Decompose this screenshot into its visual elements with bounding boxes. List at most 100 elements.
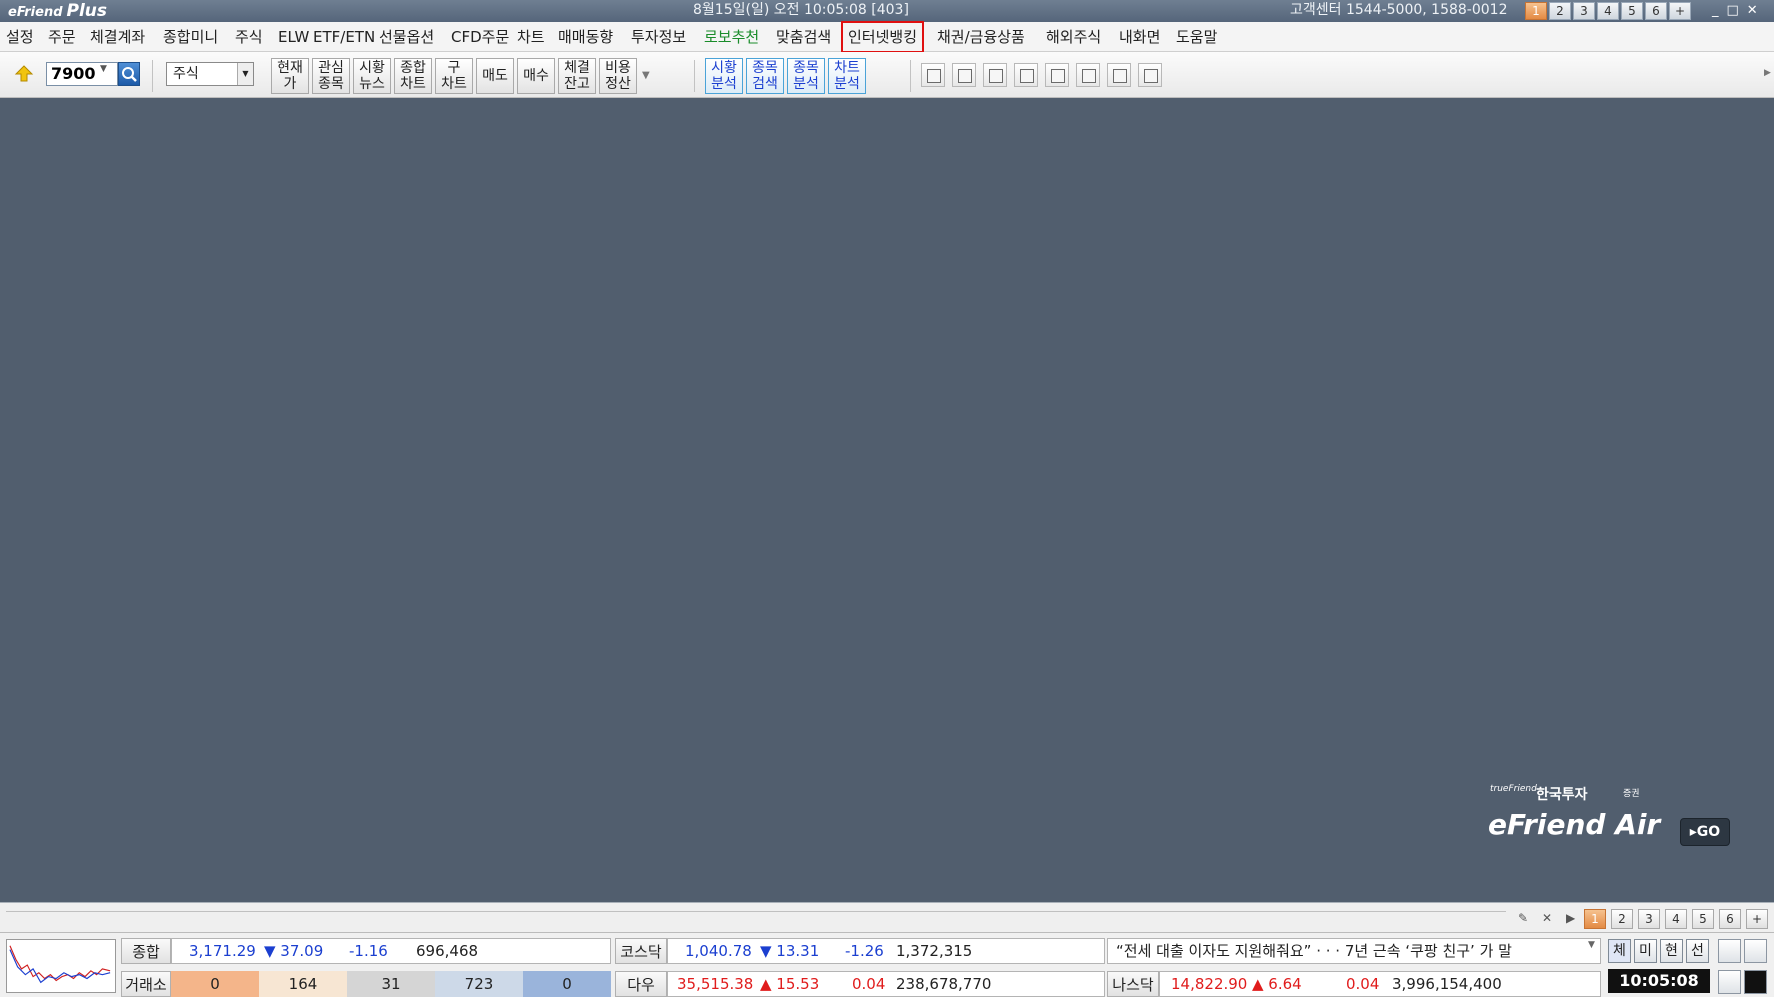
window-popup-icon[interactable]: [1718, 939, 1741, 963]
close-all-icon[interactable]: ✕: [1542, 911, 1552, 925]
page-tab-3[interactable]: 3: [1638, 909, 1660, 929]
stock-code-input[interactable]: 7900: [46, 62, 118, 86]
menu-bonds-financial[interactable]: 채권/금융상품: [937, 22, 1025, 52]
nasdaq-change: ▲ 6.64: [1252, 975, 1302, 993]
home-up-icon[interactable]: [14, 64, 34, 84]
index-sparkline[interactable]: [6, 939, 116, 993]
execution-balance-button[interactable]: 체결 잔고: [558, 58, 596, 94]
cost-settlement-button[interactable]: 비용 정산: [599, 58, 637, 94]
next-icon[interactable]: ▶: [1566, 911, 1575, 925]
toolbar-separator: [910, 60, 911, 92]
buy-button[interactable]: 매수: [517, 58, 555, 94]
menu-trading-trends[interactable]: 매매동향: [558, 22, 613, 52]
menu-cfd-order[interactable]: CFD주문: [451, 22, 509, 52]
minimize-button[interactable]: _: [1712, 0, 1719, 22]
screen-tab-1[interactable]: 1: [1525, 2, 1547, 20]
back-screen-icon[interactable]: [1014, 63, 1038, 87]
screen-tab-add[interactable]: +: [1669, 2, 1691, 20]
screen-tab-3[interactable]: 3: [1573, 2, 1595, 20]
mini-button-futures[interactable]: 선: [1686, 939, 1709, 963]
menu-help[interactable]: 도움말: [1176, 22, 1217, 52]
menu-my-screen[interactable]: 내화면: [1119, 22, 1160, 52]
watchlist-button[interactable]: 관심 종목: [312, 58, 350, 94]
dow-volume: 238,678,770: [896, 975, 992, 993]
page-tab-5[interactable]: 5: [1692, 909, 1714, 929]
menu-elw[interactable]: ELW: [278, 22, 309, 52]
speaker-icon[interactable]: [1718, 970, 1741, 994]
menu-stock[interactable]: 주식: [235, 22, 263, 52]
screen-tab-5[interactable]: 5: [1621, 2, 1643, 20]
mini-button-cash[interactable]: 현: [1660, 939, 1683, 963]
logo-efriend: eFriend: [8, 5, 63, 20]
go-button[interactable]: ▸GO: [1680, 818, 1730, 846]
exchange-label: 거래소: [121, 971, 171, 997]
menu-etf-etn[interactable]: ETF/ETN: [313, 22, 375, 52]
menu-settings[interactable]: 설정: [6, 22, 34, 52]
save-icon[interactable]: [1045, 63, 1069, 87]
menu-futures-options[interactable]: 선물옵션: [379, 22, 434, 52]
page-tab-4[interactable]: 4: [1665, 909, 1687, 929]
search-icon: [122, 67, 137, 82]
close-button[interactable]: ✕: [1747, 0, 1758, 22]
menu-robo-recommend[interactable]: 로보추천: [704, 22, 759, 52]
sell-button[interactable]: 매도: [476, 58, 514, 94]
dow-value: 35,515.38: [677, 975, 754, 993]
chevron-down-icon: ▼: [237, 63, 253, 85]
kospi-label: 종합: [121, 938, 171, 964]
nasdaq-value: 14,822.90: [1171, 975, 1248, 993]
tv-icon[interactable]: [921, 63, 945, 87]
app-logo: eFriend Plus: [8, 0, 107, 22]
old-chart-button[interactable]: 구 차트: [435, 58, 473, 94]
market-type-value: 주식: [173, 66, 199, 82]
news-ticker[interactable]: “전세 대출 이자도 지원해줘요” · · · 7년 근속 ‘쿠팡 친구’ 가 …: [1107, 938, 1601, 964]
note-icon[interactable]: [983, 63, 1007, 87]
kosdaq-volume: 1,372,315: [896, 942, 973, 960]
menu-summary-mini[interactable]: 종합미니: [163, 22, 218, 52]
market-type-select[interactable]: 주식 ▼: [166, 62, 254, 86]
kospi-value: 3,171.29: [189, 942, 256, 960]
composite-chart-button[interactable]: 종합 차트: [394, 58, 432, 94]
calculator-icon[interactable]: [1076, 63, 1100, 87]
market-analysis-button[interactable]: 시황 분석: [705, 58, 743, 94]
layout-icon[interactable]: [952, 63, 976, 87]
screen-tab-2[interactable]: 2: [1549, 2, 1571, 20]
maximize-button[interactable]: □: [1727, 0, 1739, 22]
stock-analysis-button[interactable]: 종목 분석: [787, 58, 825, 94]
chart-analysis-button[interactable]: 차트 분석: [828, 58, 866, 94]
stock-search-button[interactable]: 종목 검색: [746, 58, 784, 94]
menu-order[interactable]: 주문: [48, 22, 76, 52]
menu-investment-info[interactable]: 투자정보: [631, 22, 686, 52]
screen-tab-4[interactable]: 4: [1597, 2, 1619, 20]
search-button[interactable]: [118, 62, 140, 86]
nasdaq-percent: 0.04: [1346, 975, 1380, 993]
brand-korean-name: 한국투자: [1536, 787, 1588, 803]
page-tab-1[interactable]: 1: [1584, 909, 1606, 929]
mini-button-execution[interactable]: 체: [1608, 939, 1631, 963]
print-icon[interactable]: [1107, 63, 1131, 87]
menu-chart[interactable]: 차트: [517, 22, 545, 52]
window-pin-icon[interactable]: [1744, 939, 1767, 963]
menu-internet-banking[interactable]: 인터넷뱅킹: [840, 21, 925, 53]
menu-overseas-stock[interactable]: 해외주식: [1046, 22, 1101, 52]
current-price-button[interactable]: 현재 가: [271, 58, 309, 94]
clock-icon[interactable]: [1138, 63, 1162, 87]
page-tab-add[interactable]: +: [1746, 909, 1768, 929]
efriend-air-banner[interactable]: trueFriend 한국투자 증권 eFriend Air ▸GO: [1488, 784, 1748, 864]
toolbar-scroll-right-icon[interactable]: ▶: [1764, 68, 1771, 78]
code-dropdown-icon[interactable]: ▼: [100, 64, 107, 74]
market-news-button[interactable]: 시황 뉴스: [353, 58, 391, 94]
page-tab-6[interactable]: 6: [1719, 909, 1741, 929]
toolbar-more-icon[interactable]: ▼: [642, 70, 650, 81]
kospi-percent: -1.16: [349, 942, 388, 960]
news-dropdown-icon[interactable]: ▼: [1588, 940, 1595, 950]
status-indicator-icon: [1744, 970, 1767, 994]
logo-plus: Plus: [66, 1, 108, 21]
title-bar: eFriend Plus 8월15일(일) 오전 10:05:08 [403] 고…: [0, 0, 1774, 22]
page-tab-2[interactable]: 2: [1611, 909, 1633, 929]
screen-tab-6[interactable]: 6: [1645, 2, 1667, 20]
pin-icon[interactable]: ✎: [1518, 911, 1528, 925]
customer-center-text: 고객센터 1544-5000, 1588-0012: [1290, 2, 1508, 18]
menu-execution-account[interactable]: 체결계좌: [90, 22, 145, 52]
menu-custom-search[interactable]: 맞춤검색: [776, 22, 831, 52]
mini-button-pending[interactable]: 미: [1634, 939, 1657, 963]
